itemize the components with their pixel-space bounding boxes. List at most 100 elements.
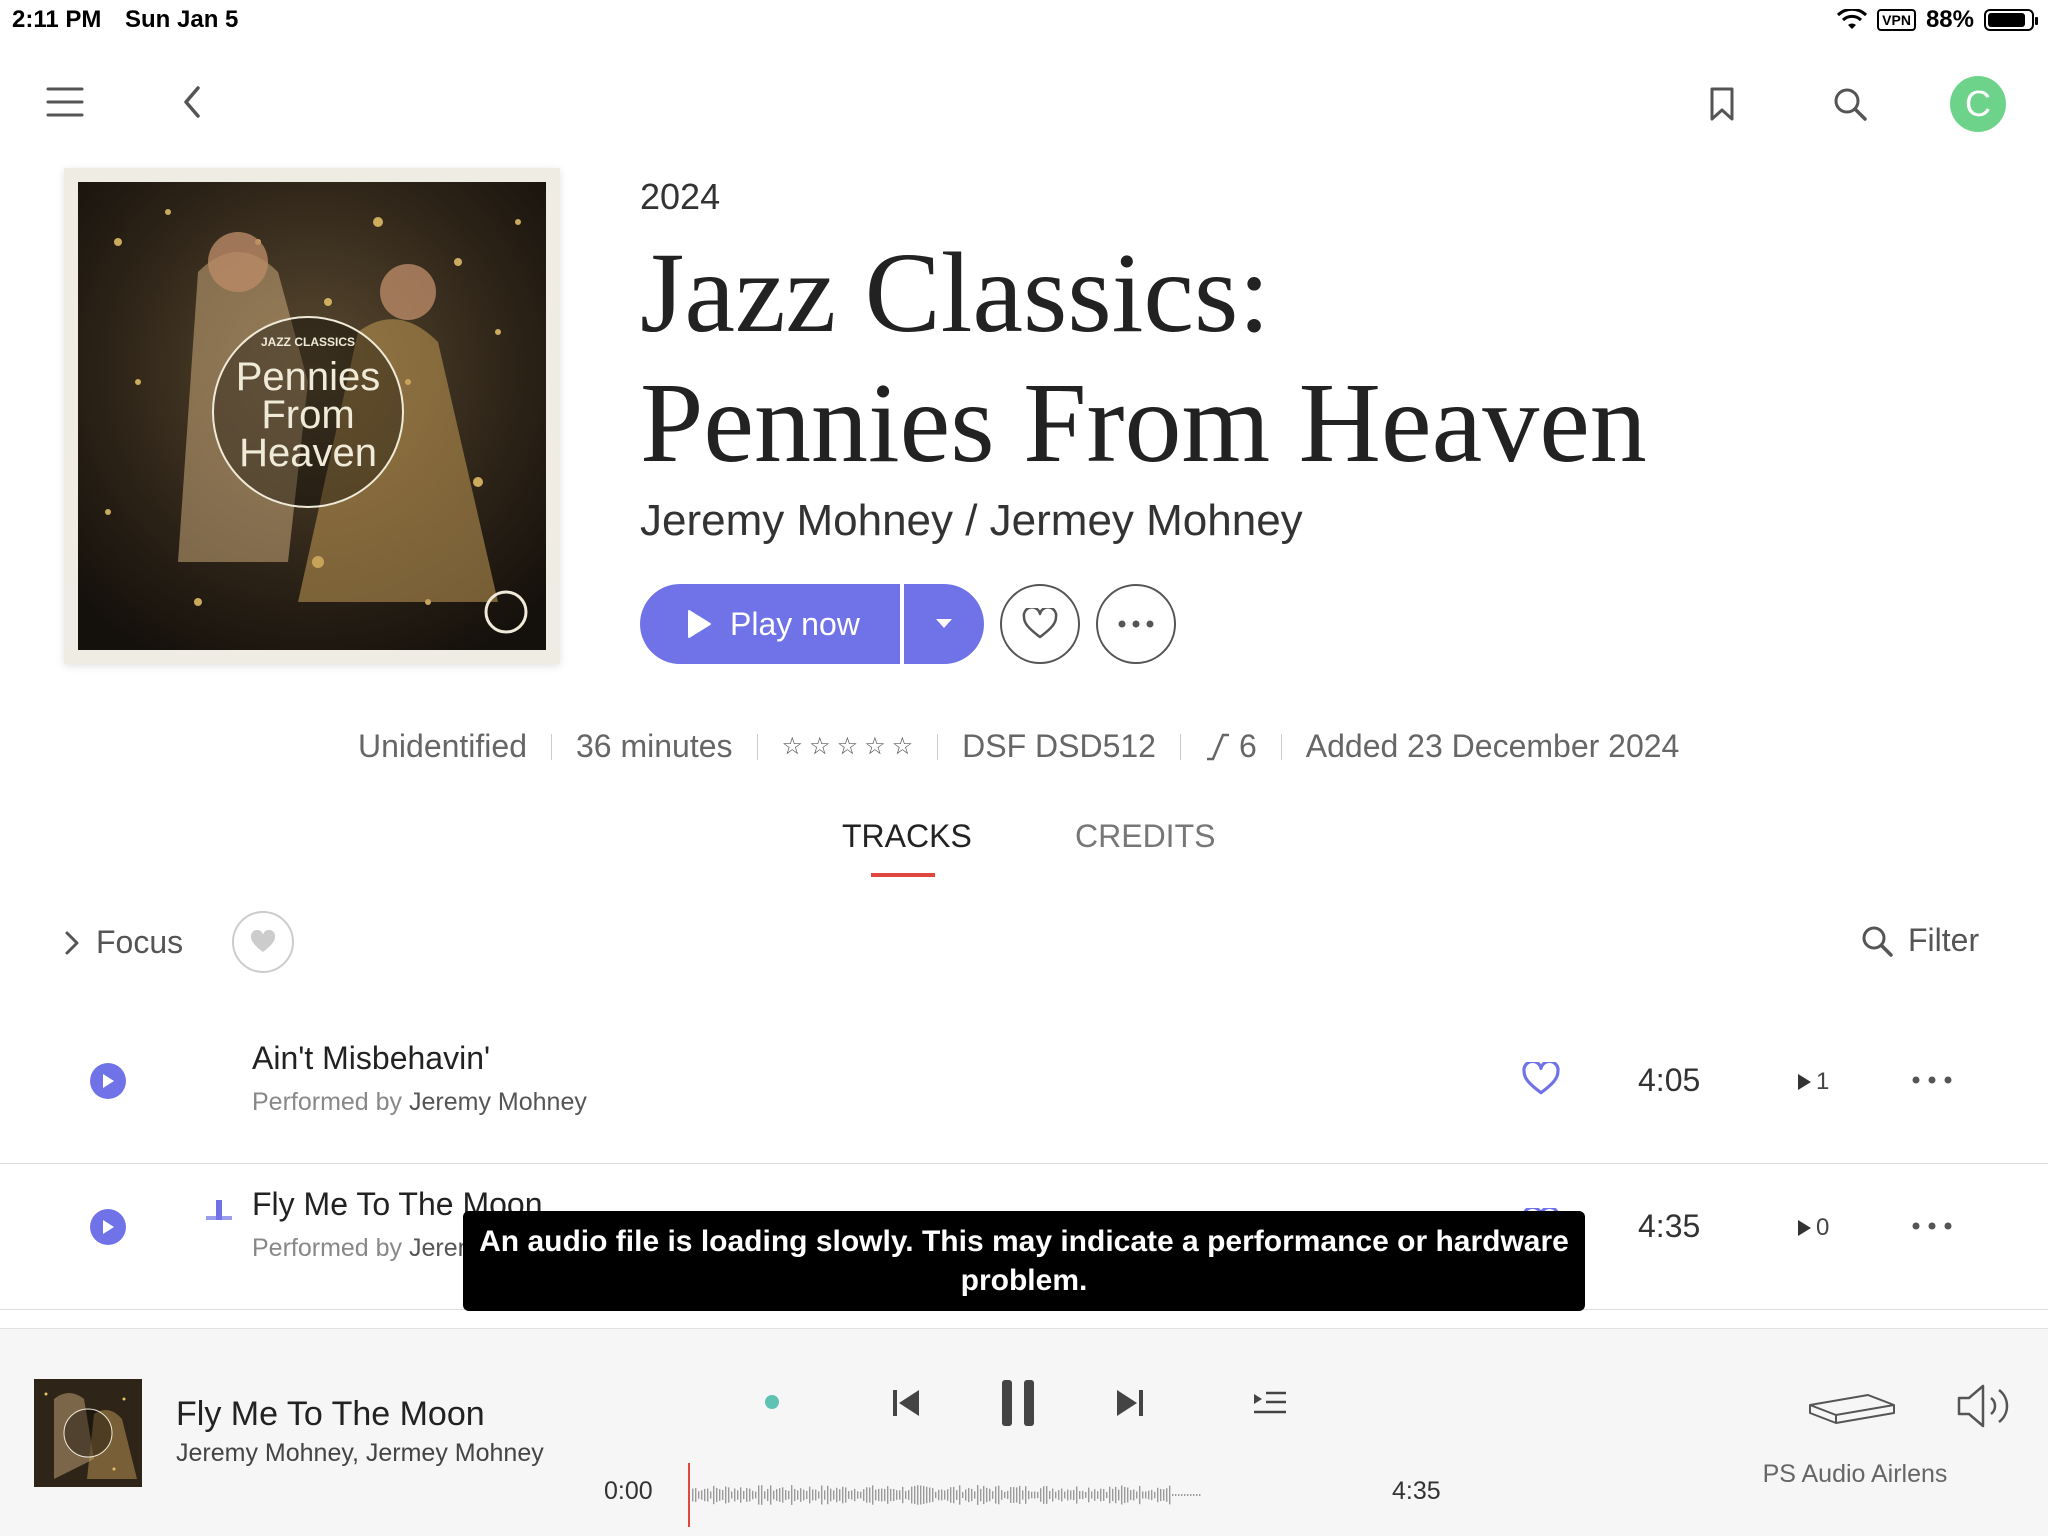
waveform-bar xyxy=(698,1491,700,1499)
star-icon[interactable]: ☆ xyxy=(837,732,859,761)
focus-toggle[interactable]: Focus xyxy=(64,924,183,961)
performed-by-label: Performed by xyxy=(252,1088,410,1116)
waveform-bar xyxy=(1097,1491,1099,1499)
more-options-button[interactable] xyxy=(1096,584,1176,664)
vpn-badge: VPN xyxy=(1877,9,1916,31)
track-more-button[interactable] xyxy=(1910,1072,1954,1090)
track-more-button[interactable] xyxy=(1910,1218,1954,1236)
waveform-bar xyxy=(1193,1494,1195,1496)
user-avatar[interactable]: C xyxy=(1950,76,2006,132)
waveform-bar xyxy=(1022,1490,1024,1500)
waveform-bar xyxy=(1166,1488,1168,1502)
track-title: Ain't Misbehavin' xyxy=(252,1040,491,1076)
waveform-bar xyxy=(1154,1491,1156,1499)
waveform-bar xyxy=(695,1488,697,1502)
status-time: 2:11 PM xyxy=(12,6,102,33)
waveform-bar xyxy=(941,1489,943,1501)
zone-name[interactable]: PS Audio Airlens xyxy=(1760,1457,1950,1491)
waveform-bar xyxy=(995,1486,997,1504)
play-options-dropdown[interactable] xyxy=(904,584,984,664)
rating-stars[interactable]: ☆ ☆ ☆ ☆ ☆ xyxy=(782,732,914,761)
previous-track-button[interactable] xyxy=(884,1381,928,1425)
waveform-bar xyxy=(827,1485,829,1505)
star-icon[interactable]: ☆ xyxy=(864,732,886,761)
waveform-bar xyxy=(1109,1486,1111,1504)
date-added: Added 23 December 2024 xyxy=(1305,728,1680,764)
waveform-seekbar[interactable] xyxy=(686,1463,1362,1527)
next-track-button[interactable] xyxy=(1108,1381,1152,1425)
waveform-bar xyxy=(770,1485,772,1505)
waveform-bar xyxy=(920,1485,922,1505)
back-icon[interactable] xyxy=(170,80,214,124)
versions-count[interactable]: 6 xyxy=(1205,728,1257,765)
waveform-bar xyxy=(845,1487,847,1503)
album-year: 2024 xyxy=(640,176,721,217)
now-playing-title[interactable]: Fly Me To The Moon xyxy=(176,1395,485,1434)
elapsed-time: 0:00 xyxy=(604,1477,653,1505)
track-duration: 4:35 xyxy=(1638,1208,1701,1244)
cover-line-3: Heaven xyxy=(239,431,377,475)
waveform-bar xyxy=(818,1491,820,1499)
waveform-bar xyxy=(1064,1491,1066,1499)
skip-previous-icon xyxy=(893,1390,919,1416)
waveform-bar xyxy=(851,1490,853,1500)
album-cover[interactable]: JAZZ CLASSICS Pennies From Heaven xyxy=(64,168,560,664)
play-track-icon[interactable] xyxy=(90,1209,126,1245)
waveform-bar xyxy=(950,1487,952,1503)
waveform-bar xyxy=(854,1488,856,1502)
star-icon[interactable]: ☆ xyxy=(782,732,804,761)
waveform-bar xyxy=(1073,1489,1075,1501)
play-track-icon[interactable] xyxy=(90,1063,126,1099)
pause-button[interactable] xyxy=(994,1375,1042,1431)
waveform-bar xyxy=(896,1490,898,1500)
zone-device-icon[interactable] xyxy=(1806,1391,1898,1425)
performer-name[interactable]: Jeremy Mohney xyxy=(409,1088,587,1116)
waveform-bar xyxy=(821,1485,823,1505)
tab-tracks[interactable]: TRACKS xyxy=(842,818,972,855)
star-icon[interactable]: ☆ xyxy=(892,732,914,761)
filter-button[interactable]: Filter xyxy=(1860,922,1979,959)
waveform-bar xyxy=(959,1485,961,1505)
pause-icon xyxy=(1002,1380,1034,1426)
waveform-bar xyxy=(776,1489,778,1501)
track-favorite-button[interactable] xyxy=(1522,1059,1560,1101)
waveform-bar xyxy=(884,1488,886,1502)
waveform-bar xyxy=(1178,1494,1180,1496)
waveform-bar xyxy=(1133,1489,1135,1501)
search-icon[interactable] xyxy=(1826,80,1874,128)
waveform-bar xyxy=(1055,1491,1057,1499)
waveform-bar xyxy=(716,1487,718,1503)
waveform-bar xyxy=(872,1485,874,1505)
waveform-bar xyxy=(935,1491,937,1499)
waveform-bar xyxy=(1181,1494,1183,1496)
search-icon xyxy=(1862,926,1893,957)
heart-icon xyxy=(250,930,276,952)
menu-icon[interactable] xyxy=(40,80,90,124)
waveform-bar xyxy=(1145,1491,1147,1499)
album-artist[interactable]: Jeremy Mohney / Jermey Mohney xyxy=(640,496,1303,546)
waveform-bar xyxy=(722,1490,724,1500)
volume-button[interactable] xyxy=(1954,1381,2016,1431)
tab-credits[interactable]: CREDITS xyxy=(1075,818,1215,855)
cover-series-label: JAZZ CLASSICS xyxy=(261,335,355,349)
star-icon[interactable]: ☆ xyxy=(809,732,831,761)
play-now-button[interactable]: Play now xyxy=(640,584,900,664)
queue-button[interactable] xyxy=(1248,1383,1292,1423)
waveform-bar xyxy=(788,1490,790,1500)
bookmark-icon[interactable] xyxy=(1700,80,1744,128)
identification-status[interactable]: Unidentified xyxy=(358,728,527,765)
more-icon xyxy=(1912,1076,1952,1084)
favorite-album-button[interactable] xyxy=(1000,584,1080,664)
waveform-bar xyxy=(938,1489,940,1501)
now-playing-cover[interactable] xyxy=(34,1379,142,1487)
waveform-bar xyxy=(1127,1487,1129,1503)
waveform-bar xyxy=(1013,1487,1015,1503)
waveform-bar xyxy=(1025,1486,1027,1504)
waveform-bar xyxy=(746,1488,748,1502)
track-row[interactable]: Ain't Misbehavin' Performed by Jeremy Mo… xyxy=(0,1018,2048,1164)
album-duration: 36 minutes xyxy=(576,728,733,764)
play-count-icon xyxy=(1798,1220,1811,1236)
waveform-bar xyxy=(704,1488,706,1502)
now-playing-artist[interactable]: Jeremy Mohney, Jermey Mohney xyxy=(176,1439,544,1468)
favorites-filter-button[interactable] xyxy=(232,911,294,973)
